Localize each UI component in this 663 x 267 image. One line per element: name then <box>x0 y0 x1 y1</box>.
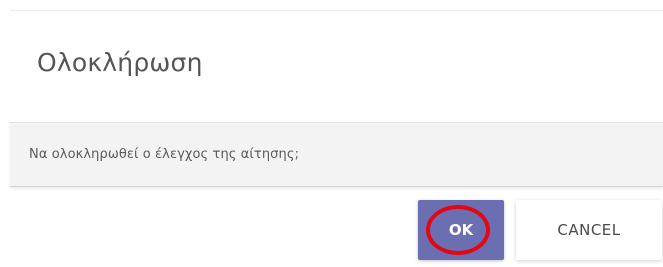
dialog-content: Να ολοκληρωθεί ο έλεγχος της αίτησης; <box>10 122 663 187</box>
ok-button[interactable]: OK <box>418 200 504 260</box>
dialog-top-divider <box>10 10 663 11</box>
dialog-title: Ολοκλήρωση <box>37 48 203 77</box>
confirm-dialog: Ολοκλήρωση Να ολοκληρωθεί ο έλεγχος της … <box>0 0 663 267</box>
dialog-message: Να ολοκληρωθεί ο έλεγχος της αίτησης; <box>29 147 300 162</box>
cancel-button[interactable]: CANCEL <box>516 200 662 260</box>
